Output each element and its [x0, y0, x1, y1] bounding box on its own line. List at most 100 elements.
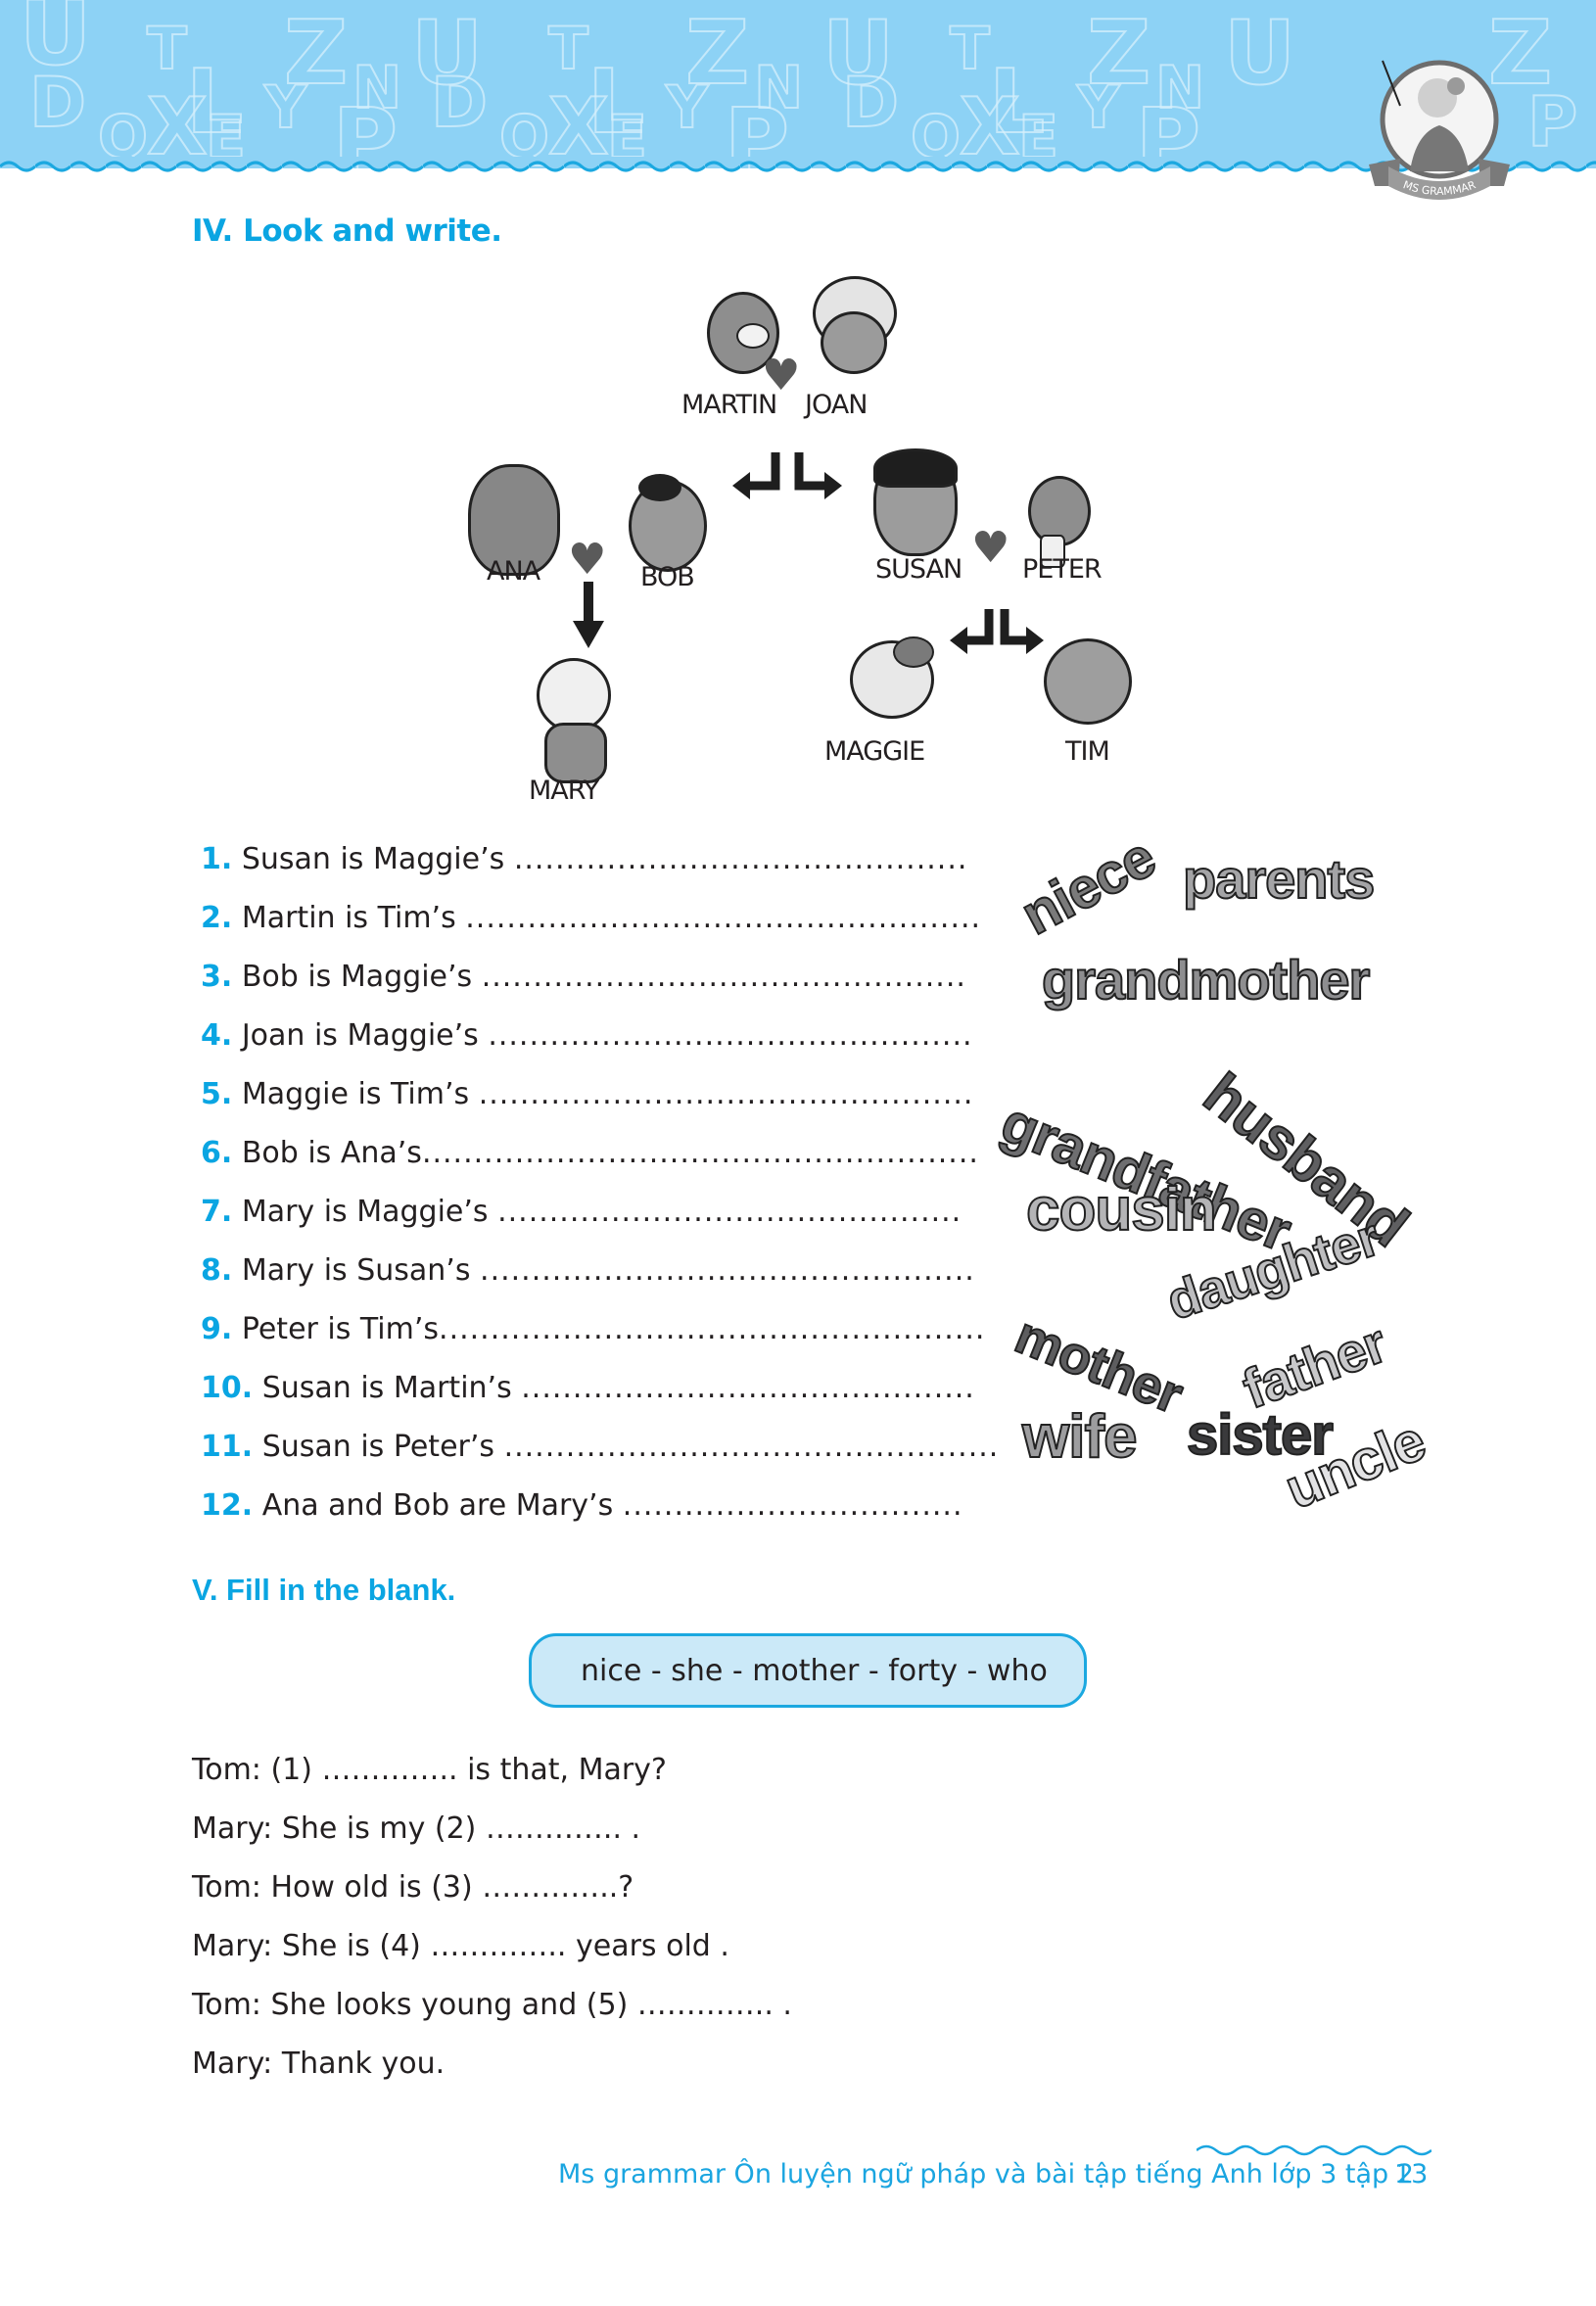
mary-body [544, 723, 607, 783]
question-number: 3. [201, 960, 233, 994]
header-banner: U T L Z N D X E Y P Q U T L Z N D X E Y … [0, 0, 1596, 168]
answer-blank[interactable]: ........................................… [422, 1136, 979, 1170]
question-number: 12. [201, 1488, 254, 1523]
decor-letter: D [28, 63, 87, 143]
answer-blank[interactable]: ........................................… [439, 1312, 985, 1346]
answer-blank[interactable]: ........................................… [504, 1430, 1000, 1464]
dialog-line: Tom: How old is (3) …………..? [192, 1870, 634, 1905]
word-cloud-item: cousin [1025, 1175, 1218, 1245]
decor-letter: D [841, 63, 900, 143]
person-name: MARTIN [681, 390, 777, 420]
split-arrow-icon [732, 452, 842, 499]
decor-letter: Y [665, 73, 709, 142]
question-number: 11. [201, 1430, 254, 1464]
question-number: 10. [201, 1371, 254, 1405]
question-number: 4. [201, 1018, 233, 1053]
question-item: 5. Maggie is Tim’s .....................… [201, 1077, 973, 1111]
question-text: Peter is Tim’s [241, 1312, 440, 1346]
decor-letter: X [959, 81, 1021, 168]
person-name: TIM [1065, 736, 1110, 767]
person-name: PETER [1022, 554, 1103, 585]
answer-blank[interactable]: ........................................… [480, 1253, 975, 1288]
question-text: Martin is Tim’s [241, 901, 456, 935]
person-name: BOB [640, 562, 695, 592]
martin-moustache-icon [736, 323, 770, 349]
joan-portrait [821, 311, 887, 374]
question-item: 10. Susan is Martin’s ..................… [201, 1371, 975, 1405]
page-number: 13 [1394, 2159, 1429, 2189]
decor-letter: T [949, 15, 991, 83]
ms-grammar-badge: MS GRAMMAR [1369, 60, 1510, 200]
answer-blank[interactable]: ................................. [623, 1488, 963, 1523]
answer-blank[interactable]: ........................................… [482, 960, 966, 994]
question-item: 3. Bob is Maggie’s .....................… [201, 960, 966, 994]
question-number: 2. [201, 901, 233, 935]
answer-blank[interactable]: ........................................… [479, 1077, 974, 1111]
question-text: Susan is Peter’s [261, 1430, 495, 1464]
down-arrow-icon [573, 582, 604, 648]
word-bank-box: nice - she - mother - forty - who [529, 1633, 1087, 1708]
question-text: Mary is Susan’s [241, 1253, 471, 1288]
person-name: JOAN [805, 390, 868, 420]
person-name: MAGGIE [824, 736, 925, 767]
person-name: MARY [529, 776, 599, 806]
question-item: 4. Joan is Maggie’s ....................… [201, 1018, 973, 1053]
answer-blank[interactable]: ........................................… [488, 1018, 972, 1053]
answer-blank[interactable]: ........................................… [521, 1371, 975, 1405]
question-text: Bob is Ana’s [241, 1136, 422, 1170]
decor-letter: X [547, 81, 610, 168]
question-item: 7. Mary is Maggie’s ....................… [201, 1195, 962, 1229]
question-item: 2. Martin is Tim’s .....................… [201, 901, 981, 935]
heart-icon: ♥ [568, 535, 607, 585]
decor-letter: X [146, 81, 209, 168]
answer-blank[interactable]: ........................................… [497, 1195, 962, 1229]
decor-letter: T [547, 15, 589, 83]
decor-letter: D [430, 63, 489, 143]
question-text: Maggie is Tim’s [241, 1077, 470, 1111]
dialog-line: Tom: She looks young and (5) ………….. . [192, 1988, 792, 2022]
decor-letter: P [1526, 82, 1578, 163]
word-cloud-item: niece [1010, 824, 1166, 949]
decor-letter: T [146, 15, 188, 83]
question-number: 1. [201, 842, 233, 876]
question-item: 9. Peter is Tim’s.......................… [201, 1312, 985, 1346]
question-text: Bob is Maggie’s [241, 960, 473, 994]
maggie-hat [893, 636, 934, 668]
question-item: 8. Mary is Susan’s .....................… [201, 1253, 975, 1288]
question-text: Ana and Bob are Mary’s [261, 1488, 614, 1523]
answer-blank[interactable]: ........................................… [514, 842, 968, 876]
question-number: 8. [201, 1253, 233, 1288]
question-item: 1. Susan is Maggie’s ...................… [201, 842, 967, 876]
dialog-line: Tom: (1) ………….. is that, Mary? [192, 1753, 667, 1787]
dialog-line: Mary: She is (4) ………….. years old . [192, 1929, 729, 1963]
dialog-line: Mary: Thank you. [192, 2047, 446, 2081]
word-cloud-item: wife [1021, 1402, 1139, 1472]
question-item: 12. Ana and Bob are Mary’s .............… [201, 1488, 962, 1523]
question-text: Joan is Maggie’s [241, 1018, 479, 1053]
decor-letter: Y [1076, 73, 1120, 142]
question-number: 5. [201, 1077, 233, 1111]
question-number: 9. [201, 1312, 233, 1346]
answer-blank[interactable]: ........................................… [465, 901, 981, 935]
person-name: SUSAN [875, 554, 962, 585]
word-cloud-item: parents [1182, 847, 1376, 911]
tim-portrait [1044, 638, 1132, 725]
question-text: Mary is Maggie’s [241, 1195, 489, 1229]
footer-book-title: Ms grammar Ôn luyện ngữ pháp và bài tập … [558, 2159, 1414, 2189]
question-item: 11. Susan is Peter’s ...................… [201, 1430, 999, 1464]
question-number: 7. [201, 1195, 233, 1229]
word-bank-text: nice - she - mother - forty - who [581, 1654, 1048, 1688]
word-cloud-item: grandmother [1041, 948, 1371, 1012]
question-number: 6. [201, 1136, 233, 1170]
heart-icon: ♥ [971, 523, 1010, 573]
header-wave-border [0, 157, 1596, 178]
susan-hair [873, 448, 958, 488]
mary-portrait [537, 658, 611, 732]
person-name: ANA [487, 556, 540, 587]
decor-letter: Y [263, 73, 307, 142]
question-text: Susan is Maggie’s [241, 842, 505, 876]
teacher-hair-bun-icon [1447, 77, 1465, 95]
section-4-title: IV. Look and write. [192, 213, 502, 249]
dialog-line: Mary: She is my (2) ………….. . [192, 1812, 641, 1846]
decor-letter: U [1223, 2, 1296, 105]
